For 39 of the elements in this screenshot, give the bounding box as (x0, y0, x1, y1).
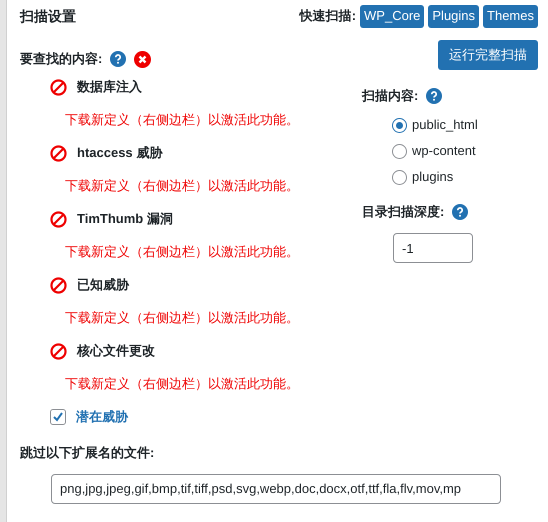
help-icon[interactable] (426, 88, 442, 104)
checkbox[interactable] (50, 409, 66, 425)
quick-scan-button[interactable]: Plugins (428, 4, 480, 28)
radio-label: public_html (412, 116, 478, 134)
activation-message: 下载新定义（右侧边栏）以激活此功能。 (64, 243, 300, 261)
scan-content-label: 扫描内容: (362, 87, 418, 106)
quick-scan-button[interactable]: WP_Core (360, 4, 424, 28)
feature-label: TimThumb 漏洞 (77, 210, 173, 228)
activation-message: 下载新定义（右侧边栏）以激活此功能。 (64, 177, 300, 195)
feature-label: htaccess 威胁 (77, 144, 162, 162)
prohibited-icon (50, 210, 67, 228)
radio-button[interactable] (392, 118, 407, 132)
quick-scan-label: 快速扫描: (300, 7, 356, 26)
prohibited-icon (50, 276, 67, 294)
help-icon[interactable] (452, 204, 468, 220)
feature-label: 已知威胁 (77, 276, 129, 294)
prohibited-icon (50, 144, 67, 162)
prohibited-icon (50, 78, 67, 96)
radio-button[interactable] (392, 170, 407, 184)
activation-message: 下载新定义（右侧边栏）以激活此功能。 (64, 111, 300, 129)
activation-message: 下载新定义（右侧边栏）以激活此功能。 (64, 309, 300, 327)
quick-scan-button[interactable]: Themes (483, 4, 538, 28)
activation-message: 下载新定义（右侧边栏）以激活此功能。 (64, 375, 300, 393)
find-label: 要查找的内容: (20, 50, 102, 68)
radio-label: plugins (412, 168, 454, 186)
help-icon[interactable] (110, 51, 126, 67)
extensions-input[interactable]: png,jpg,jpeg,gif,bmp,tif,tiff,psd,svg,webp,doc,docx,otf,ttf,fla,flv,mov,mp (51, 474, 501, 504)
radio-label: wp-content (412, 142, 476, 160)
prohibited-icon (50, 342, 67, 360)
depth-input[interactable]: -1 (393, 233, 473, 263)
radio-button[interactable] (392, 144, 407, 158)
run-scan-button[interactable]: 运行完整扫描 (438, 40, 538, 70)
close-icon[interactable] (134, 50, 152, 68)
checkbox-label: 潜在威胁 (76, 408, 128, 426)
feature-label: 数据库注入 (77, 78, 142, 96)
feature-label: 核心文件更改 (77, 342, 155, 360)
section-title: 扫描设置 (20, 6, 76, 26)
skip-extensions-label: 跳过以下扩展名的文件: (20, 444, 156, 462)
depth-label: 目录扫描深度: (362, 203, 444, 222)
